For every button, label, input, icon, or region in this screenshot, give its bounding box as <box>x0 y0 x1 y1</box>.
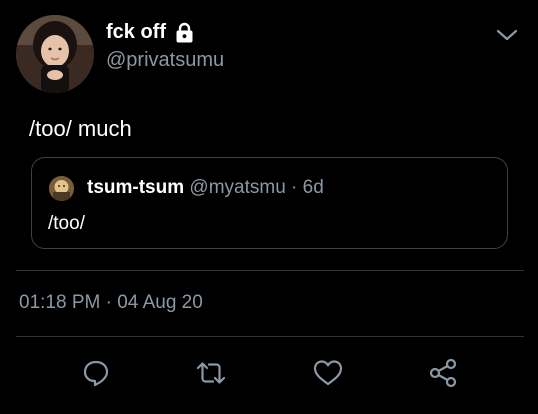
quoted-tweet-header: tsum-tsum @myatsmu · 6d <box>87 177 324 199</box>
author-avatar[interactable] <box>16 15 94 93</box>
retweet-icon <box>196 362 226 384</box>
author-display-name[interactable]: fck off <box>106 21 166 44</box>
share-button[interactable] <box>426 356 460 390</box>
divider-bottom <box>16 336 524 337</box>
reply-icon <box>83 360 109 387</box>
lock-icon <box>175 22 194 43</box>
quoted-author-name: tsum-tsum <box>87 177 185 198</box>
tweet-menu-button[interactable] <box>494 22 520 48</box>
tweet-text: /too/ much <box>29 116 132 141</box>
share-icon <box>429 358 457 388</box>
quoted-tweet-text: /too/ <box>48 213 85 234</box>
heart-icon <box>313 360 343 386</box>
retweet-button[interactable] <box>194 356 228 390</box>
author-name-row: fck off <box>106 17 194 47</box>
author-handle[interactable]: @privatsumu <box>106 49 224 72</box>
reply-button[interactable] <box>79 356 113 390</box>
quoted-tweet-time: 6d <box>302 177 324 198</box>
like-button[interactable] <box>311 356 345 390</box>
quoted-tweet-card[interactable]: tsum-tsum @myatsmu · 6d /too/ <box>31 157 508 249</box>
chevron-down-icon <box>496 29 518 41</box>
quoted-author-handle: @myatsmu <box>189 177 286 198</box>
quoted-separator: · <box>291 177 298 198</box>
tweet-timestamp[interactable]: 01:18 PM · 04 Aug 20 <box>19 292 203 314</box>
quoted-author-avatar <box>49 176 74 201</box>
divider-top <box>16 270 524 271</box>
